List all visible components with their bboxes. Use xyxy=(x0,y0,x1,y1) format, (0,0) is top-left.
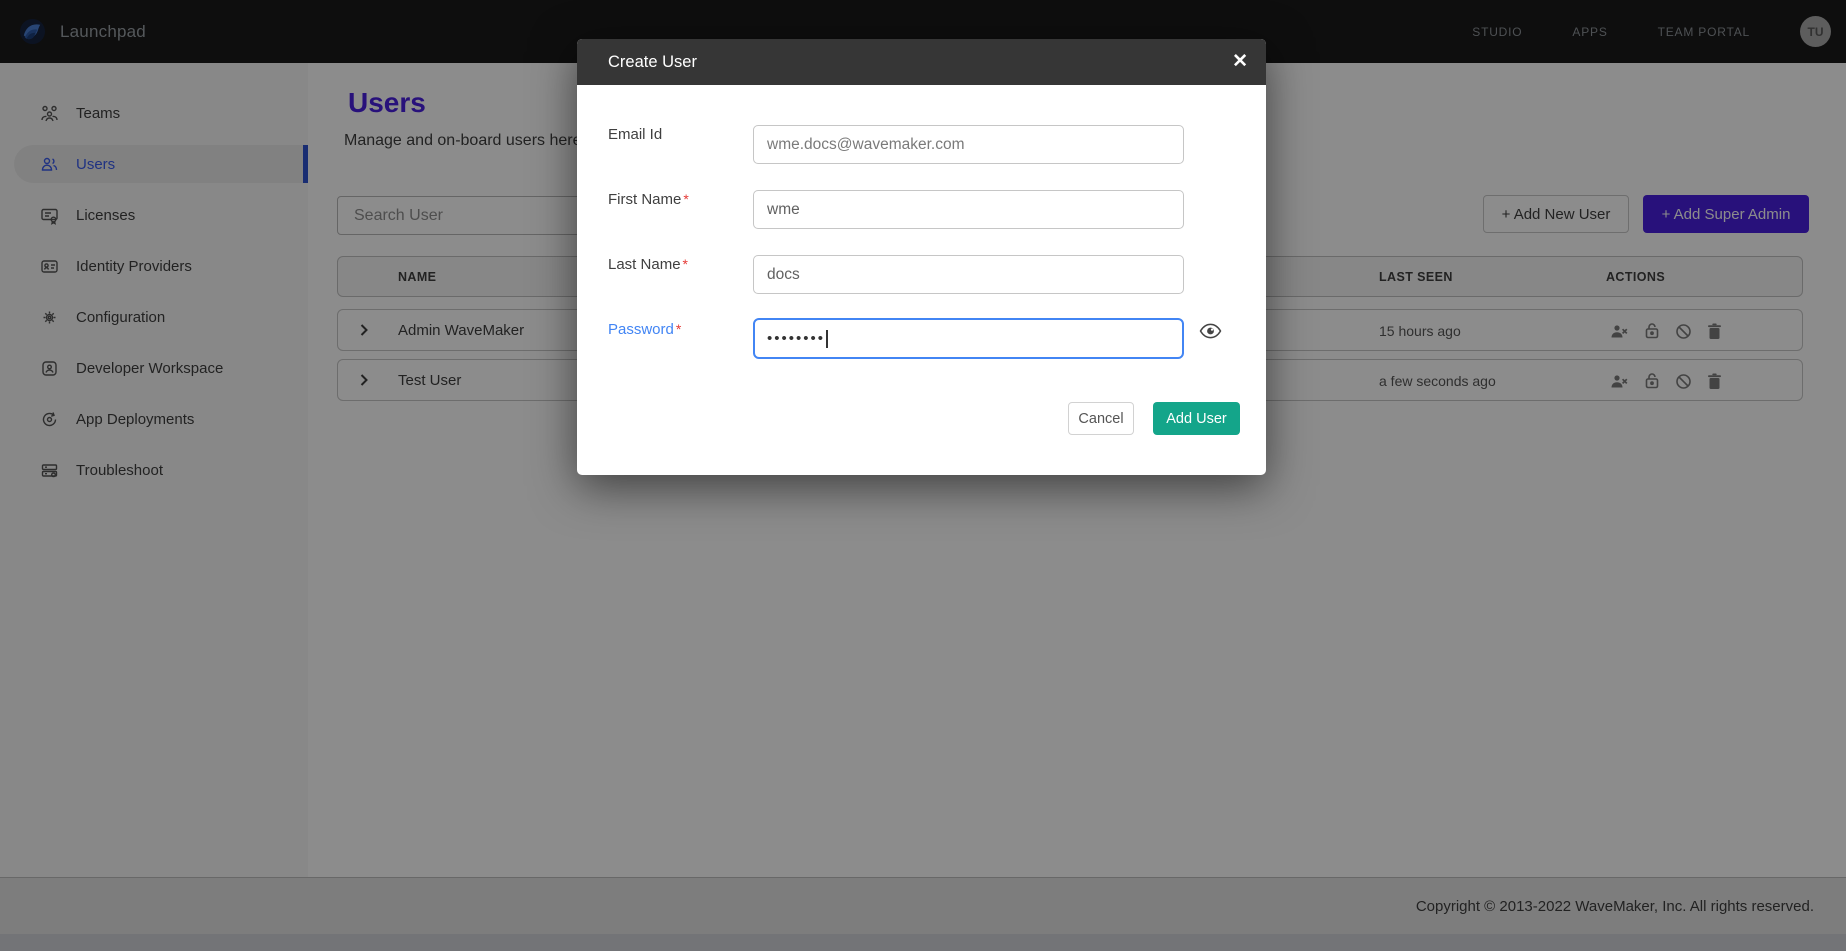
last-name-field[interactable] xyxy=(753,255,1184,294)
modal-header: Create User ✕ xyxy=(577,39,1266,85)
close-icon[interactable]: ✕ xyxy=(1232,39,1248,85)
cancel-button[interactable]: Cancel xyxy=(1068,402,1134,435)
required-marker: * xyxy=(676,321,681,337)
add-user-button[interactable]: Add User xyxy=(1153,402,1240,435)
show-password-icon[interactable] xyxy=(1199,323,1222,339)
required-marker: * xyxy=(683,191,688,207)
text-caret xyxy=(826,330,828,348)
password-field[interactable]: •••••••• xyxy=(753,318,1184,359)
password-label: Password* xyxy=(608,321,681,338)
required-marker: * xyxy=(683,256,688,272)
password-masked-value: •••••••• xyxy=(767,330,825,347)
email-field[interactable] xyxy=(753,125,1184,164)
create-user-modal: Create User ✕ Email Id First Name* Last … xyxy=(577,39,1266,475)
last-name-label: Last Name* xyxy=(608,256,688,273)
first-name-field[interactable] xyxy=(753,190,1184,229)
first-name-label: First Name* xyxy=(608,191,689,208)
modal-title: Create User xyxy=(608,39,697,85)
app-root: Launchpad STUDIO APPS TEAM PORTAL TU Tea… xyxy=(0,0,1846,951)
email-label: Email Id xyxy=(608,126,662,143)
